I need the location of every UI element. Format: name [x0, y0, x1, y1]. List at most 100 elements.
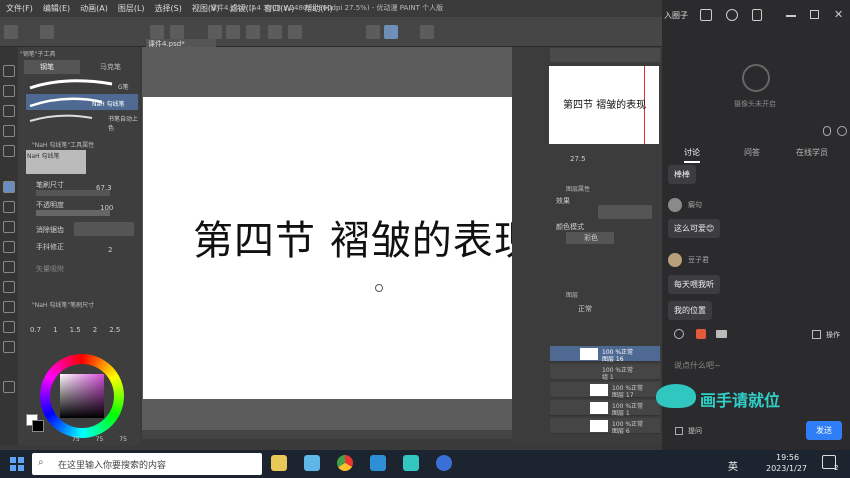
emoji-icon[interactable] [674, 329, 684, 339]
open-icon[interactable] [40, 25, 54, 39]
menu-file[interactable]: 文件(F) [6, 3, 33, 14]
maximize-icon[interactable] [810, 10, 819, 19]
shape-tool-icon[interactable] [3, 341, 15, 353]
menu-select[interactable]: 选择(S) [155, 3, 182, 14]
tool-palette [0, 47, 18, 445]
tab-online-students[interactable]: 在线学员 [796, 147, 828, 158]
document-title: 课件4.psd* (A4 3508 x 2480px 300dpi 27.5%)… [210, 4, 444, 12]
antialias-label: 消除锯齿 [36, 226, 64, 234]
save-icon[interactable] [150, 25, 164, 39]
navigator-zoom[interactable]: 27.5 [570, 155, 586, 163]
opacity-slider[interactable] [36, 210, 110, 216]
question-checkbox[interactable] [675, 427, 683, 435]
brush-tool-icon[interactable] [3, 221, 15, 233]
wand-tool-icon[interactable] [3, 125, 15, 137]
layer-thumbnail [580, 348, 598, 360]
brush-size-value[interactable]: 67.3 [96, 184, 112, 192]
redo-icon[interactable] [226, 25, 240, 39]
menu-edit[interactable]: 编辑(E) [43, 3, 70, 14]
color-mode-select[interactable]: 彩色 [566, 232, 614, 244]
taskbar-search[interactable]: ⌕ 在这里输入你要搜索的内容 [32, 453, 262, 475]
stabilize-value[interactable]: 2 [108, 246, 112, 254]
mic-icon[interactable] [823, 126, 831, 136]
size-preset[interactable]: 0.7 [30, 326, 41, 334]
app-icon[interactable] [304, 455, 320, 471]
subtool-tab-marker[interactable]: 马克笔 [84, 60, 138, 74]
layer-row[interactable]: 100 %正常 组 1 [550, 364, 660, 381]
menu-layer[interactable]: 图层(L) [118, 3, 145, 14]
undo-icon[interactable] [208, 25, 222, 39]
pencil-tool-icon[interactable] [3, 201, 15, 213]
gradient-tool-icon[interactable] [3, 321, 15, 333]
start-icon[interactable] [10, 457, 24, 471]
action-label[interactable]: 操作 [826, 330, 840, 340]
export-icon[interactable] [170, 25, 184, 39]
grid-icon[interactable] [812, 330, 821, 339]
fill-icon[interactable] [288, 25, 302, 39]
menu-animation[interactable]: 动画(A) [80, 3, 108, 14]
size-preset[interactable]: 1 [53, 326, 57, 334]
chat-message: 棒棒 [668, 165, 696, 184]
speaker-icon[interactable] [837, 126, 847, 136]
layer-row[interactable]: 100 %正常 图层 17 [550, 382, 660, 399]
text-tool-icon[interactable] [3, 381, 15, 393]
opacity-value[interactable]: 100 [100, 204, 113, 212]
blend-tool-icon[interactable] [3, 281, 15, 293]
blend-mode-select[interactable]: 正常 [578, 304, 592, 314]
app-icon[interactable] [436, 455, 452, 471]
avatar[interactable] [668, 253, 682, 267]
pen-tool-icon[interactable] [3, 181, 15, 193]
gift-icon[interactable] [696, 329, 706, 339]
new-icon[interactable] [4, 25, 18, 39]
avatar[interactable] [668, 198, 682, 212]
transform-icon[interactable] [268, 25, 282, 39]
layer-row[interactable]: 100 %正常 图层 16 [550, 346, 660, 363]
camera-off-icon [742, 64, 770, 92]
share-icon[interactable] [700, 9, 712, 21]
tool-property-header: "NaH 勾线笔"工具属性 [32, 142, 95, 149]
brush-item-g[interactable]: G笔 [26, 78, 138, 92]
zoom-tool-icon[interactable] [3, 65, 15, 77]
fill-tool-icon[interactable] [3, 301, 15, 313]
ruler-icon[interactable] [366, 25, 380, 39]
clock-date[interactable]: 2023/1/27 [766, 464, 807, 473]
settings-icon[interactable] [726, 9, 738, 21]
main-toolbar: 课件4.psd* [0, 17, 662, 48]
antialias-selector[interactable] [74, 222, 134, 236]
snap-icon[interactable] [384, 25, 398, 39]
sub-color-swatch[interactable] [32, 420, 44, 432]
layer-row[interactable]: 100 %正常 图层 1 [550, 400, 660, 417]
host-name: 入圈子 [664, 11, 688, 20]
clock-time[interactable]: 19:56 [776, 453, 799, 462]
folder-icon[interactable] [716, 330, 727, 338]
word-icon[interactable] [370, 455, 386, 471]
clear-icon[interactable] [246, 25, 260, 39]
app-icon[interactable] [403, 455, 419, 471]
brush-item-nah[interactable]: NaH 勾线笔 [26, 94, 138, 110]
close-icon[interactable]: ✕ [834, 8, 843, 21]
saturation-square[interactable] [60, 374, 104, 418]
tab-discussion[interactable]: 讨论 [684, 147, 700, 163]
brush-item-auto[interactable]: 书笔自动上色 [26, 112, 138, 132]
settings-icon[interactable] [420, 25, 434, 39]
pin-icon[interactable] [752, 9, 762, 21]
subtool-tab-pen[interactable]: 钢笔 [24, 60, 80, 74]
ime-indicator[interactable]: 英 [728, 458, 738, 473]
airbrush-tool-icon[interactable] [3, 241, 15, 253]
eraser-tool-icon[interactable] [3, 261, 15, 273]
move-tool-icon[interactable] [3, 85, 15, 97]
send-button[interactable]: 发送 [806, 421, 842, 440]
size-preset[interactable]: 1.5 [70, 326, 81, 334]
eyedropper-tool-icon[interactable] [3, 145, 15, 157]
chat-input[interactable]: 说点什么吧~ [674, 360, 721, 371]
minimize-icon[interactable] [786, 15, 796, 17]
chrome-icon[interactable] [337, 455, 353, 471]
file-explorer-icon[interactable] [271, 455, 287, 471]
layer-row[interactable]: 100 %正常 图层 6 [550, 418, 660, 435]
size-preset[interactable]: 2.5 [109, 326, 120, 334]
document-tab[interactable]: 课件4.psd* [146, 39, 216, 48]
select-tool-icon[interactable] [3, 105, 15, 117]
size-preset[interactable]: 2 [93, 326, 97, 334]
effect-selector[interactable] [598, 205, 652, 219]
tab-qa[interactable]: 问答 [744, 147, 760, 158]
